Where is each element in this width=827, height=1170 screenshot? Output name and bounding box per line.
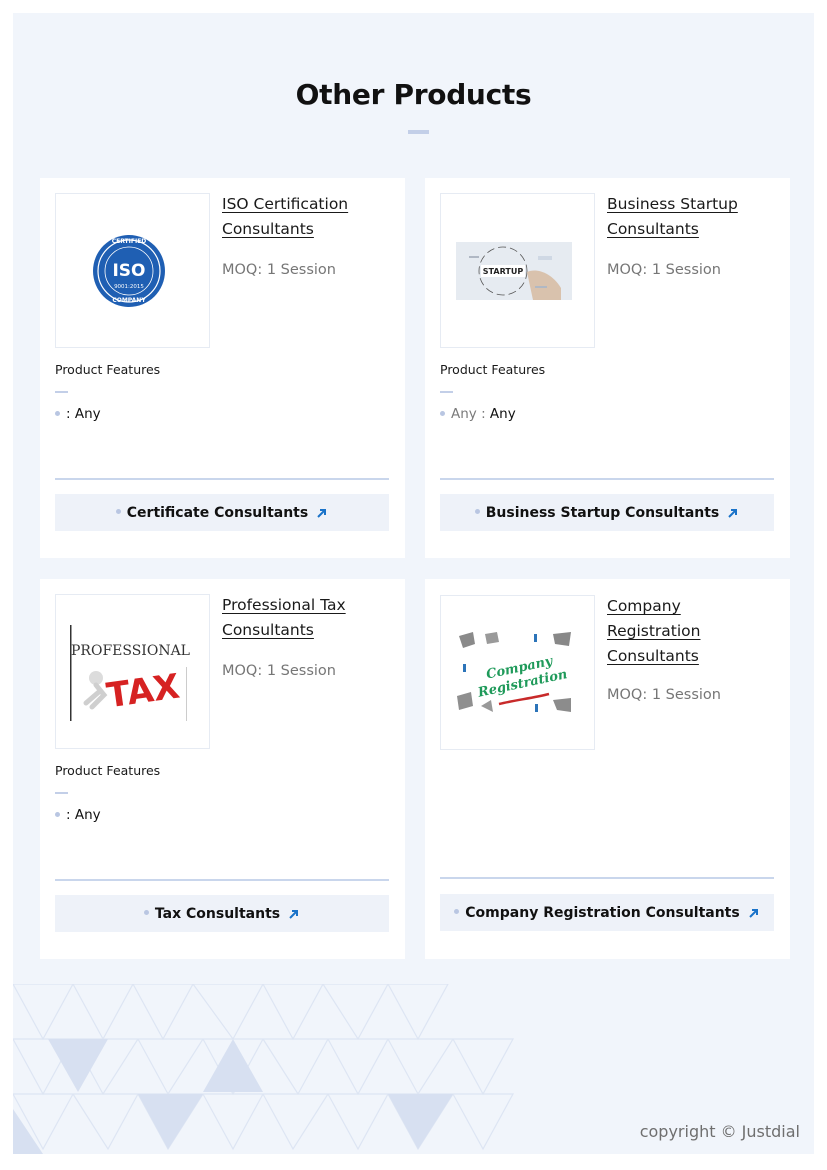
product-image[interactable]: PROFESSIONAL TAX <box>55 594 210 749</box>
category-button[interactable]: Certificate Consultants <box>55 494 389 531</box>
arrow-up-right-icon <box>289 909 299 919</box>
feature-value: Any <box>74 807 101 823</box>
svg-text:9001:2015: 9001:2015 <box>114 284 144 290</box>
product-moq: MOQ: 1 Session <box>222 262 336 278</box>
features-underline <box>55 792 68 794</box>
feature-value: Any <box>74 406 101 422</box>
features-underline <box>55 391 68 393</box>
bullet-dot <box>115 509 121 514</box>
card-divider <box>440 478 774 480</box>
category-button[interactable]: Business Startup Consultants <box>440 494 774 531</box>
startup-diagram-icon: STARTUP <box>456 242 572 300</box>
feature-row: : Any <box>55 406 101 422</box>
bullet-dot <box>454 909 460 914</box>
heading-underline <box>408 130 429 134</box>
card-divider <box>440 877 774 879</box>
product-moq: MOQ: 1 Session <box>222 663 336 679</box>
bullet-dot <box>55 410 60 416</box>
svg-text:COMPANY: COMPANY <box>112 297 146 304</box>
section-heading: Other Products <box>295 78 532 111</box>
product-card-iso[interactable]: CERTIFIED ISO 9001:2015 COMPANY ISO Cert… <box>40 178 405 558</box>
category-button[interactable]: Tax Consultants <box>55 895 389 932</box>
triangle-pattern-decoration <box>13 984 515 1154</box>
product-moq: MOQ: 1 Session <box>607 262 721 278</box>
product-title-link[interactable]: ISO Certification Consultants <box>222 192 387 242</box>
professional-tax-icon: PROFESSIONAL TAX <box>70 625 190 721</box>
category-label: Certificate Consultants <box>126 504 309 521</box>
features-label: Product Features <box>55 763 161 778</box>
copyright-text: copyright © Justdial <box>639 1122 800 1141</box>
product-card-professional-tax[interactable]: PROFESSIONAL TAX Professional Tax Consul… <box>40 579 405 959</box>
svg-text:STARTUP: STARTUP <box>483 267 524 276</box>
feature-separator: : <box>66 807 75 823</box>
svg-text:TAX: TAX <box>104 667 182 717</box>
feature-row: : Any <box>55 807 101 823</box>
features-label: Product Features <box>440 362 546 377</box>
feature-key: Any <box>451 406 477 422</box>
product-title-link[interactable]: Professional Tax Consultants <box>222 593 387 643</box>
product-image[interactable]: STARTUP <box>440 193 595 348</box>
company-registration-icon: Company Registration <box>457 632 571 712</box>
card-divider <box>55 879 389 881</box>
feature-value: Any <box>489 406 516 422</box>
card-divider <box>55 478 389 480</box>
feature-separator: : <box>66 406 75 422</box>
arrow-up-right-icon <box>317 508 327 518</box>
arrow-up-right-icon <box>749 908 758 918</box>
product-title-link[interactable]: Business Startup Consultants <box>607 192 772 242</box>
features-label: Product Features <box>55 362 161 377</box>
category-label: Tax Consultants <box>154 905 281 922</box>
bullet-dot <box>440 410 445 416</box>
bullet-dot <box>143 910 149 915</box>
category-label: Company Registration Consultants <box>465 904 740 921</box>
feature-row: Any : Any <box>440 406 516 422</box>
product-moq: MOQ: 1 Session <box>607 687 721 703</box>
iso-seal-icon: CERTIFIED ISO 9001:2015 COMPANY <box>93 235 165 307</box>
product-card-business-startup[interactable]: STARTUP Business Startup Consultants MOQ… <box>425 178 790 558</box>
svg-text:PROFESSIONAL: PROFESSIONAL <box>71 643 190 659</box>
svg-text:ISO: ISO <box>112 261 145 281</box>
feature-separator: : <box>476 406 490 422</box>
bullet-dot <box>55 811 60 817</box>
features-underline <box>440 391 453 393</box>
svg-text:CERTIFIED: CERTIFIED <box>112 238 147 245</box>
category-label: Business Startup Consultants <box>485 504 720 521</box>
product-image[interactable]: CERTIFIED ISO 9001:2015 COMPANY <box>55 193 210 348</box>
category-button[interactable]: Company Registration Consultants <box>440 894 774 931</box>
product-title-link[interactable]: Company Registration Consultants <box>607 594 772 669</box>
product-image[interactable]: Company Registration <box>440 595 595 750</box>
product-card-company-registration[interactable]: Company Registration Company Registratio… <box>425 579 790 959</box>
bullet-dot <box>474 509 480 514</box>
arrow-up-right-icon <box>728 508 738 518</box>
